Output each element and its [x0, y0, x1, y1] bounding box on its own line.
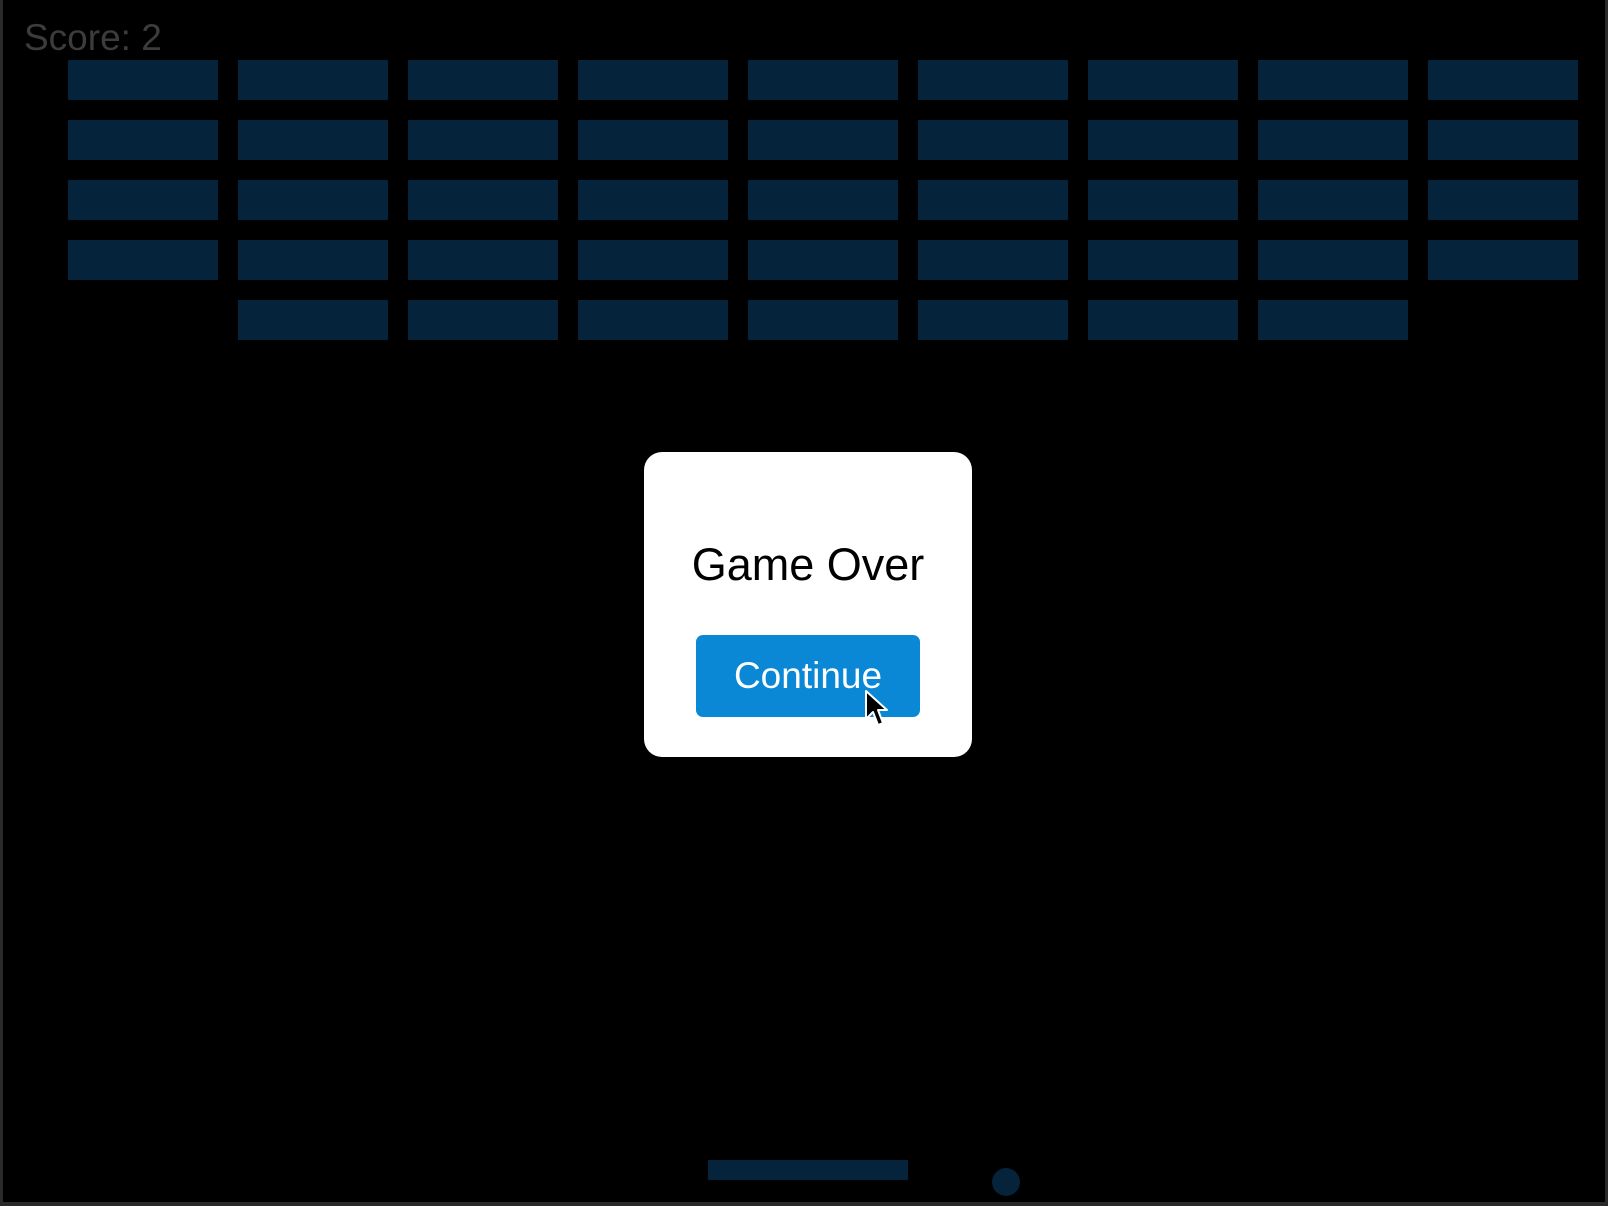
brick: [1088, 240, 1238, 280]
brick: [1258, 300, 1408, 340]
game-over-title: Game Over: [691, 539, 925, 590]
brick: [1258, 120, 1408, 160]
brick: [408, 180, 558, 220]
brick: [68, 240, 218, 280]
brick: [238, 300, 388, 340]
brick: [68, 120, 218, 160]
score-label: Score:: [24, 17, 142, 58]
brick: [918, 240, 1068, 280]
brick: [918, 300, 1068, 340]
brick: [1428, 240, 1578, 280]
brick: [408, 300, 558, 340]
brick: [578, 120, 728, 160]
brick: [918, 120, 1068, 160]
brick: [1258, 240, 1408, 280]
brick: [408, 60, 558, 100]
brick: [578, 60, 728, 100]
brick: [1258, 60, 1408, 100]
brick: [578, 240, 728, 280]
brick: [238, 240, 388, 280]
brick: [748, 240, 898, 280]
brick: [748, 60, 898, 100]
brick: [1088, 180, 1238, 220]
game-frame: Score: 2 Game Over Continue: [0, 0, 1608, 1206]
brick: [578, 300, 728, 340]
score-display: Score: 2: [24, 16, 162, 60]
brick: [748, 180, 898, 220]
brick: [238, 60, 388, 100]
brick: [408, 240, 558, 280]
score-value: 2: [141, 17, 162, 58]
brick: [748, 120, 898, 160]
brick: [918, 180, 1068, 220]
brick: [238, 180, 388, 220]
brick: [238, 120, 388, 160]
brick: [1088, 60, 1238, 100]
brick: [1258, 180, 1408, 220]
arrow-cursor-icon: [865, 690, 888, 726]
brick: [1428, 180, 1578, 220]
brick: [1088, 300, 1238, 340]
brick: [1088, 120, 1238, 160]
brick: [68, 60, 218, 100]
game-over-dialog: Game Over Continue: [644, 452, 972, 757]
brick: [68, 180, 218, 220]
brick: [918, 60, 1068, 100]
brick: [1428, 120, 1578, 160]
brick: [748, 300, 898, 340]
brick: [408, 120, 558, 160]
brick: [1428, 60, 1578, 100]
brick: [578, 180, 728, 220]
paddle[interactable]: [708, 1160, 908, 1180]
bricks-layer: [68, 60, 1578, 340]
ball: [992, 1168, 1020, 1196]
